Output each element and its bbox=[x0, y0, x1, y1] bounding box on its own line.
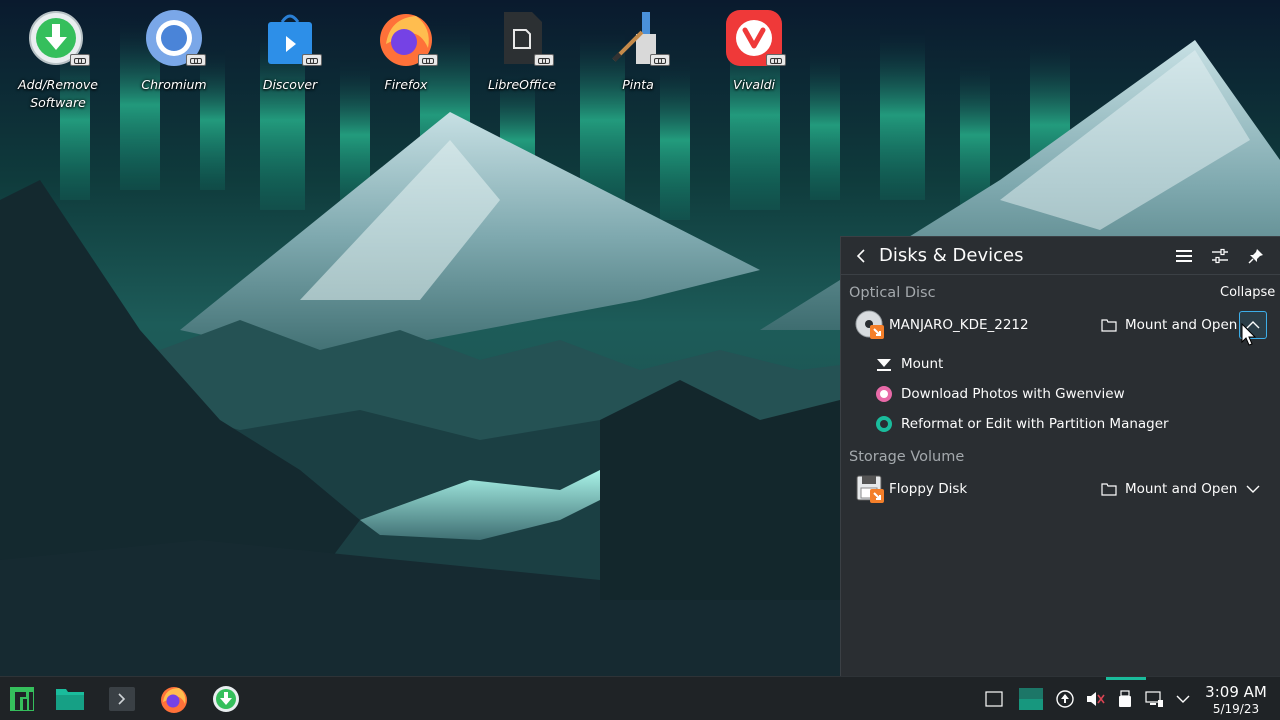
chevron-down-icon bbox=[1246, 485, 1260, 493]
action-label: Reformat or Edit with Partition Manager bbox=[901, 416, 1169, 432]
terminal-icon bbox=[109, 687, 135, 711]
action-label: Download Photos with Gwenview bbox=[901, 386, 1125, 402]
action-label: Mount bbox=[901, 356, 944, 372]
manjaro-logo-icon bbox=[10, 687, 34, 711]
mouse-cursor-icon bbox=[1241, 323, 1257, 346]
device-name: Floppy Disk bbox=[889, 481, 968, 497]
menu-button[interactable] bbox=[1170, 242, 1198, 270]
tray-show-desktop[interactable] bbox=[984, 689, 1004, 709]
device-name: MANJARO_KDE_2212 bbox=[889, 317, 1029, 333]
update-arrow-icon bbox=[1056, 690, 1074, 708]
desktop-icon-label: Pinta bbox=[622, 77, 654, 92]
desktop-icon-label: Vivaldi bbox=[733, 77, 775, 92]
taskbar-firefox[interactable] bbox=[158, 683, 190, 715]
partition-manager-icon bbox=[876, 416, 892, 432]
desktop-icon-libreoffice[interactable]: LibreOffice bbox=[474, 8, 570, 94]
desktop-icon-chromium[interactable]: Chromium bbox=[126, 8, 222, 94]
taskbar: 3:09 AM 5/19/23 bbox=[0, 676, 1280, 720]
taskbar-konsole[interactable] bbox=[106, 683, 138, 715]
firefox-icon bbox=[376, 8, 438, 68]
libreoffice-icon bbox=[492, 8, 554, 68]
popup-title: Disks & Devices bbox=[879, 245, 1024, 266]
action-mount[interactable]: Mount bbox=[875, 352, 943, 376]
tray-updates[interactable] bbox=[1055, 689, 1075, 709]
tray-network[interactable] bbox=[1144, 689, 1164, 709]
configure-button[interactable] bbox=[1206, 242, 1234, 270]
vivaldi-icon bbox=[724, 8, 786, 68]
active-indicator bbox=[1106, 677, 1146, 680]
clock-time[interactable]: 3:09 AM bbox=[1200, 683, 1272, 701]
desktop-icon-pinta[interactable]: Pinta bbox=[590, 8, 686, 94]
disks-devices-popup: Disks & Devices Optical Disc MANJARO_KDE… bbox=[840, 236, 1280, 676]
back-button[interactable] bbox=[851, 246, 871, 266]
pinta-icon bbox=[608, 8, 670, 68]
chromium-icon bbox=[144, 8, 206, 68]
desktop-icon-label: Add/Remove Software bbox=[18, 77, 98, 110]
hamburger-menu-icon bbox=[1176, 249, 1192, 262]
eject-icon bbox=[877, 359, 891, 371]
firefox-icon bbox=[161, 687, 187, 713]
desktop-icon-label: Chromium bbox=[141, 77, 207, 92]
application-launcher[interactable] bbox=[6, 683, 38, 715]
mount-and-open-label: Mount and Open bbox=[1125, 481, 1238, 497]
gwenview-icon bbox=[876, 386, 892, 402]
popup-header: Disks & Devices bbox=[841, 237, 1280, 275]
pin-button[interactable] bbox=[1242, 242, 1270, 270]
taskbar-dolphin[interactable] bbox=[54, 683, 86, 715]
pin-icon bbox=[1248, 248, 1263, 263]
wired-network-icon bbox=[1145, 691, 1163, 707]
mount-and-open-label: Mount and Open bbox=[1125, 317, 1238, 333]
device-row-optical[interactable]: MANJARO_KDE_2212 Mount and Open bbox=[841, 307, 1280, 343]
chevron-left-icon bbox=[856, 248, 865, 263]
floppy-disk-icon bbox=[855, 474, 885, 504]
desktop-icon-label: LibreOffice bbox=[487, 77, 557, 92]
desktop-icon-discover[interactable]: Discover bbox=[242, 8, 338, 94]
device-row-floppy[interactable]: Floppy Disk Mount and Open bbox=[841, 471, 1280, 507]
section-title-optical-disc: Optical Disc bbox=[849, 285, 936, 301]
folder-icon bbox=[1101, 483, 1117, 496]
volume-muted-icon bbox=[1087, 692, 1105, 706]
action-download-photos[interactable]: Download Photos with Gwenview bbox=[875, 382, 1125, 406]
pager-desktop-icon bbox=[1019, 688, 1043, 710]
collapse-tooltip: Collapse bbox=[1215, 282, 1280, 303]
folder-icon bbox=[1101, 319, 1117, 332]
desktop-icon-vivaldi[interactable]: Vivaldi bbox=[706, 8, 802, 94]
desktop-icon-firefox[interactable]: Firefox bbox=[358, 8, 454, 94]
folder-manager-icon bbox=[56, 689, 84, 710]
package-install-icon bbox=[213, 686, 239, 712]
taskbar-add-remove-software[interactable] bbox=[210, 683, 242, 715]
desktop-icon-label: Discover bbox=[262, 77, 318, 92]
tray-disks-devices[interactable] bbox=[1014, 683, 1048, 715]
action-partition-manager[interactable]: Reformat or Edit with Partition Manager bbox=[875, 412, 1169, 436]
chevron-down-icon bbox=[1176, 695, 1190, 703]
desktop-icon-label: Firefox bbox=[384, 77, 428, 92]
tray-volume[interactable] bbox=[1085, 689, 1105, 709]
tray-removable-devices[interactable] bbox=[1115, 689, 1135, 709]
expand-button[interactable] bbox=[1239, 475, 1267, 503]
settings-sliders-icon bbox=[1212, 248, 1228, 263]
section-title-storage-volume: Storage Volume bbox=[849, 449, 965, 465]
mount-and-open-button[interactable]: Mount and Open bbox=[1101, 313, 1237, 337]
window-icon bbox=[985, 691, 1003, 707]
desktop-icon-add-remove-software[interactable]: Add/Remove Software bbox=[10, 8, 106, 112]
discover-icon bbox=[260, 8, 322, 68]
mount-and-open-button[interactable]: Mount and Open bbox=[1101, 477, 1237, 501]
optical-disc-icon bbox=[855, 310, 885, 340]
tray-expand-button[interactable] bbox=[1173, 689, 1193, 709]
clock-date[interactable]: 5/19/23 bbox=[1200, 702, 1272, 716]
package-install-icon bbox=[28, 8, 90, 68]
usb-drive-icon bbox=[1119, 690, 1131, 707]
